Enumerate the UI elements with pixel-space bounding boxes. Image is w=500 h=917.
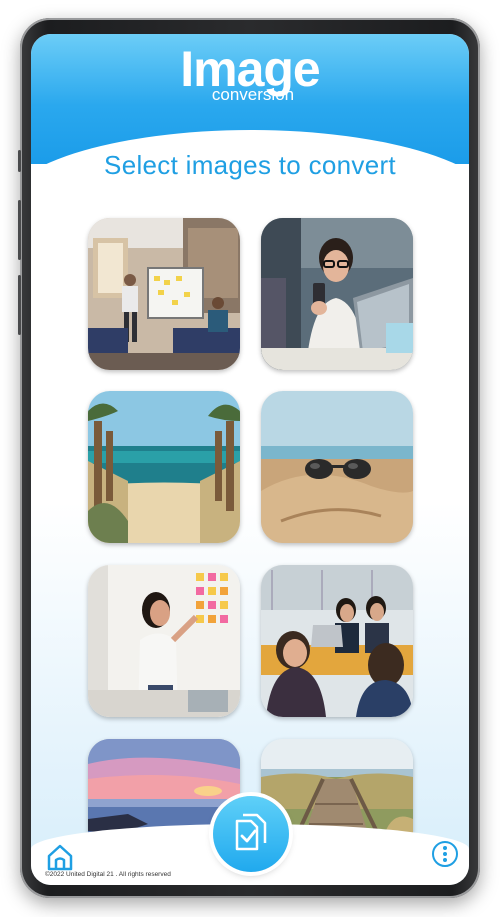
logo-subtitle: conversion — [211, 85, 295, 104]
image-card-woman-phone[interactable] — [261, 218, 413, 370]
app-logo: Image conversion — [31, 44, 469, 104]
home-icon[interactable] — [45, 842, 75, 872]
image-card-sunglasses[interactable] — [261, 391, 413, 543]
image-card-team-meeting[interactable] — [261, 565, 413, 717]
team-meeting-photo — [261, 565, 413, 717]
sticky-notes-photo — [88, 565, 240, 717]
image-card-beach-path[interactable] — [88, 391, 240, 543]
beach-path-photo — [88, 391, 240, 543]
phone-volume-button — [18, 200, 21, 260]
office-photo — [88, 218, 240, 370]
convert-files-button[interactable] — [213, 796, 289, 872]
sunglasses-photo — [261, 391, 413, 543]
more-vertical-icon[interactable] — [431, 840, 459, 868]
page-title: Select images to convert — [104, 150, 396, 180]
image-card-sticky-notes[interactable] — [88, 565, 240, 717]
image-card-office-team[interactable] — [88, 218, 240, 370]
app-screen: Image conversion Select images to conver… — [31, 34, 469, 885]
app-header: Image conversion — [31, 34, 469, 210]
phone-side-button — [18, 150, 21, 172]
woman-phone-photo — [261, 218, 413, 370]
convert-files-icon — [235, 813, 267, 851]
phone-volume-button — [18, 275, 21, 335]
copyright-text: ©2022 United Digital 21 . All rights res… — [45, 871, 171, 878]
